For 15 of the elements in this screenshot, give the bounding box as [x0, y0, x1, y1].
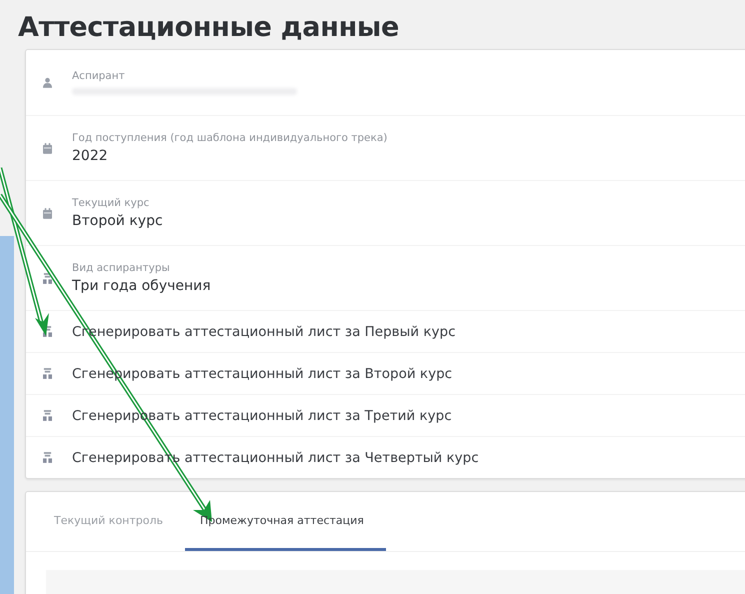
document-stack-icon: [43, 410, 52, 421]
document-stack-icon: [43, 452, 52, 463]
field-value: 2022: [72, 148, 109, 164]
field-label: Аспирант: [72, 70, 126, 82]
field-value: Три года обучения: [72, 278, 211, 294]
calendar-icon: [43, 142, 52, 154]
page-title: Аттестационные данные: [18, 12, 400, 43]
document-stack-icon: [43, 368, 52, 379]
field-label: Год поступления (год шаблона индивидуального трека): [72, 132, 388, 144]
field-label: Текущий курс: [72, 197, 150, 209]
person-icon: [43, 77, 52, 88]
field-label: Вид аспирантуры: [72, 262, 171, 274]
field-value: Второй курс: [72, 213, 163, 229]
document-stack-icon: [43, 272, 52, 284]
calendar-icon: [43, 208, 52, 218]
